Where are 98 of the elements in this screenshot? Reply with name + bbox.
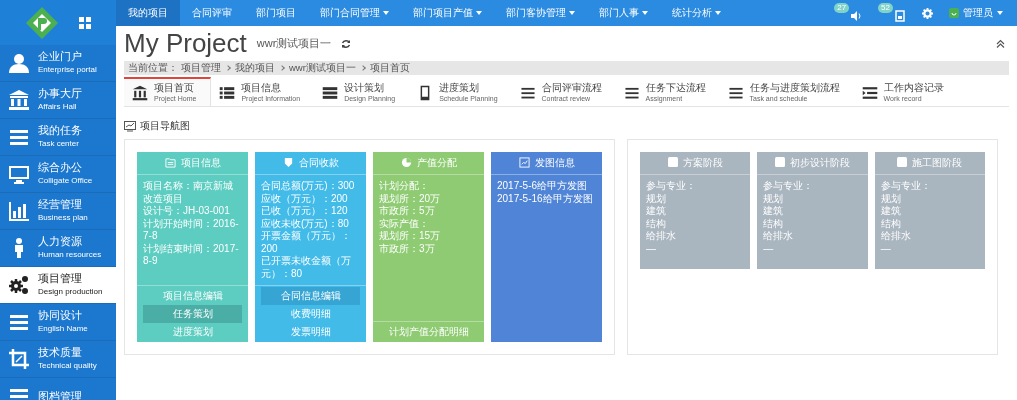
card-text: 应收未收(万元)：80 <box>261 217 350 230</box>
card-text: 规划 <box>646 192 667 205</box>
card-text: 已收（万元）：120 <box>261 205 349 218</box>
document-icon[interactable] <box>894 10 906 22</box>
indent-icon <box>861 84 878 101</box>
refresh-icon[interactable] <box>341 38 352 49</box>
breadcrumb-link[interactable]: 我的项目 <box>235 61 275 75</box>
card-text: 计划开始时间：2016-7-8 <box>143 217 240 243</box>
nav-item[interactable]: 部门客协管理 <box>494 0 587 26</box>
card-text: 结构 <box>763 217 785 230</box>
card-text: 规划所：20万 <box>379 192 442 205</box>
card-text: 项目名称：南京新城改造项目 <box>143 180 234 205</box>
card-text: — <box>646 242 657 255</box>
card-title: 项目信息 <box>180 156 221 170</box>
breadcrumb-link[interactable]: wwr测试项目一 <box>289 61 356 75</box>
card-text: 建筑 <box>646 205 667 218</box>
square-icon <box>667 157 678 167</box>
collapse-icon[interactable] <box>996 39 1005 48</box>
card-title: 合同收款 <box>298 156 339 170</box>
logo-icon <box>25 5 59 40</box>
chart-icon <box>124 120 136 132</box>
card-text: 结构 <box>646 217 667 230</box>
count-badge: 52 <box>878 3 893 13</box>
sidebar-item[interactable]: 经营管理 Business plan <box>0 193 116 230</box>
project-name: wwr测试项目一 <box>256 36 332 51</box>
nav-item[interactable]: 部门人事 <box>587 0 660 26</box>
card-link[interactable]: 任务策划 <box>143 305 242 323</box>
card-text: 实际产值： <box>379 217 430 230</box>
card-text: 给排水 <box>880 230 912 243</box>
card-text: 规划所：15万 <box>379 230 442 243</box>
sidebar-item[interactable]: 综合办公 Colligate Office <box>0 156 116 193</box>
breadcrumb-link[interactable]: 项目管理 <box>181 61 221 75</box>
server-icon <box>322 84 339 101</box>
card-text: 应收（万元）：200 <box>261 192 349 205</box>
bank-icon <box>8 89 30 111</box>
monitor-icon <box>8 163 30 185</box>
breadcrumb-link[interactable]: 项目首页 <box>369 61 410 75</box>
card-text: 2017-5-6给甲方发图 <box>497 180 589 193</box>
card-title: 施工图阶段 <box>912 156 963 170</box>
square-icon <box>897 157 908 167</box>
section-title: 项目导航图 <box>140 119 190 133</box>
nav-item[interactable]: 统计分析 <box>660 0 733 26</box>
card-title: 发图信息 <box>534 156 575 170</box>
sidebar-item[interactable]: 协同设计 English Name <box>0 304 116 341</box>
card-text: — <box>880 242 892 255</box>
picture-icon <box>518 156 530 168</box>
card-text: 建筑 <box>763 205 785 218</box>
breadcrumb-label: 当前位置： <box>128 61 178 75</box>
card-text: 参与专业： <box>880 180 932 193</box>
card-title: 初步设计阶段 <box>790 156 850 170</box>
card-text: 给排水 <box>763 230 795 243</box>
card-text: 2017-5-16给甲方发图 <box>497 192 594 205</box>
square-icon <box>775 157 785 167</box>
sidebar-item[interactable]: 办事大厅 Affairs Hall <box>0 82 116 119</box>
card-text: 开票金额（万元）：200 <box>261 230 352 255</box>
card-text: 市政所：5万 <box>379 205 436 218</box>
card-link[interactable]: 合同信息编辑 <box>261 287 360 305</box>
card-text: 规划 <box>763 192 785 205</box>
pie-chart-icon <box>400 156 412 168</box>
sidebar-item[interactable]: 我的任务 Task center <box>0 119 116 156</box>
card-text: 建筑 <box>880 205 902 218</box>
card-text: 设计号：JH-03-001 <box>143 205 231 218</box>
sidebar-item[interactable]: 技术质量 Technical quality <box>0 341 116 378</box>
bank-icon <box>132 84 148 101</box>
user-icon <box>8 52 30 74</box>
sidebar-item[interactable]: 企业门户 Enterprise portal <box>0 45 116 82</box>
card-text: 结构 <box>880 217 902 230</box>
card-text: 已开票未收金额（万元）：80 <box>261 255 352 280</box>
card-text: 市政所：3万 <box>379 242 436 255</box>
folder-list-icon <box>164 156 176 168</box>
bar-chart-icon <box>8 200 30 222</box>
card-text: — <box>763 242 775 255</box>
card-text: 给排水 <box>646 230 677 243</box>
card-title: 产值分配 <box>416 156 457 170</box>
nav-item[interactable]: 部门项目产值 <box>401 0 494 26</box>
card-text: 参与专业： <box>763 180 815 193</box>
sidebar-item[interactable]: 人力资源 Human resources <box>0 230 116 267</box>
speaker-icon[interactable] <box>850 10 863 22</box>
count-badge: 27 <box>834 3 850 13</box>
nav-item[interactable]: 我的项目 <box>116 0 180 26</box>
nav-item[interactable]: 合同评审 <box>180 0 244 26</box>
card-text: 参与专业： <box>646 180 697 193</box>
nav-item[interactable]: 部门项目 <box>244 0 308 26</box>
crop-icon <box>8 348 30 370</box>
gears-icon <box>8 274 30 296</box>
card-title: 方案阶段 <box>682 156 723 170</box>
nav-item[interactable]: 部门合同管理 <box>308 0 401 26</box>
list-icon <box>219 84 236 101</box>
grid-icon[interactable] <box>79 16 91 29</box>
user-menu[interactable]: 管理员 <box>949 6 1003 20</box>
card-text: 计划分配： <box>379 180 430 193</box>
caret-icon <box>997 11 1003 15</box>
settings-icon[interactable] <box>922 7 933 19</box>
card-text: 合同总额(万元)：300 <box>261 180 356 193</box>
card-text: 规划 <box>880 192 902 205</box>
card-text: 计划结束时间：2017-8-9 <box>143 242 240 268</box>
page-title: My Project <box>124 28 247 59</box>
sidebar-item[interactable]: 项目管理 Design production <box>0 267 116 304</box>
